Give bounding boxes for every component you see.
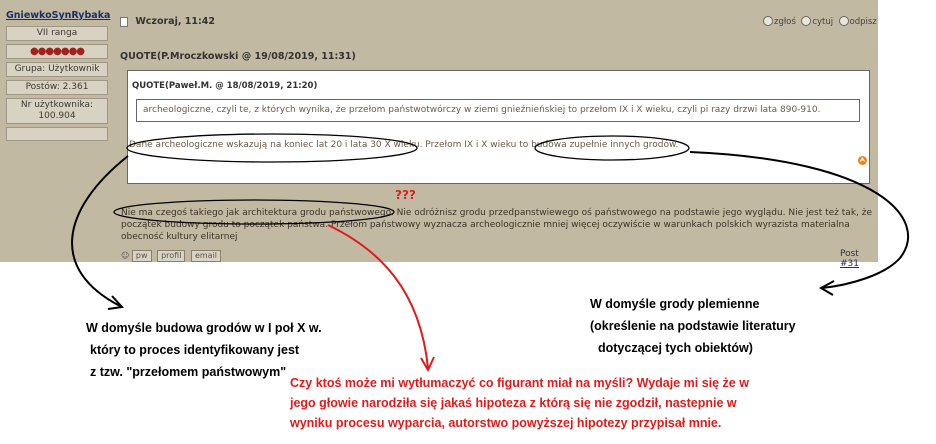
post-actions: zgłoś cytuj odpisz <box>763 16 877 27</box>
pw-button[interactable]: pw <box>131 250 152 262</box>
profile-button[interactable]: profil <box>157 250 186 262</box>
email-button[interactable]: email <box>190 250 222 262</box>
online-status-icon: ☺ <box>121 251 130 260</box>
post-number: Post #31 <box>840 249 859 269</box>
report-button[interactable]: zgłoś <box>763 16 796 27</box>
inner-quote-label: QUOTE(Paweł.M. @ 18/08/2019, 21:20) <box>132 81 318 91</box>
outer-quote-label: QUOTE(P.Mroczkowski @ 19/08/2019, 11:31) <box>120 51 356 62</box>
quote-reply-text: Dane archeologiczne wskazują na koniec l… <box>129 140 679 150</box>
inner-quote-text: archeologiczne, czyli te, z których wyni… <box>136 99 860 122</box>
quote-icon <box>801 16 812 26</box>
quote-button[interactable]: cytuj <box>801 16 833 27</box>
post-body: Nie ma czegoś takiego jak architektura g… <box>121 208 873 242</box>
user-post-count: Postów: 2.361 <box>6 80 108 95</box>
document-icon <box>120 16 128 27</box>
user-rank: VII ranga <box>6 26 108 41</box>
user-group: Grupa: Użytkownik <box>6 62 108 77</box>
profile-links: ☺ pw profil email <box>121 250 224 262</box>
post-number-link[interactable]: #31 <box>840 259 859 269</box>
question-marks: ??? <box>395 188 416 202</box>
outer-quote-box: QUOTE(Paweł.M. @ 18/08/2019, 21:20) arch… <box>127 70 870 184</box>
post-header: Wczoraj, 11:42 <box>120 16 215 27</box>
reply-icon <box>838 16 849 26</box>
user-number: Nr użytkownika: 100.904 <box>6 98 108 124</box>
report-icon <box>763 16 773 26</box>
jump-to-post-icon[interactable]: ⮝ <box>858 156 867 165</box>
user-extra-box <box>6 127 108 141</box>
rank-dots: ●●●●●●● <box>6 44 108 59</box>
forum-post: GniewkoSynRybaka VII ranga ●●●●●●● Grupa… <box>0 0 878 269</box>
post-date: Wczoraj, 11:42 <box>135 16 215 27</box>
red-annotation: Czy ktoś może mi wytłumaczyć co figurant… <box>290 376 749 430</box>
reply-button[interactable]: odpisz <box>838 16 877 27</box>
right-annotation: W domyśle grody plemienne (określenie na… <box>590 297 796 355</box>
username-link[interactable]: GniewkoSynRybaka <box>6 10 110 21</box>
user-sidebar: GniewkoSynRybaka VII ranga ●●●●●●● Grupa… <box>6 10 110 144</box>
